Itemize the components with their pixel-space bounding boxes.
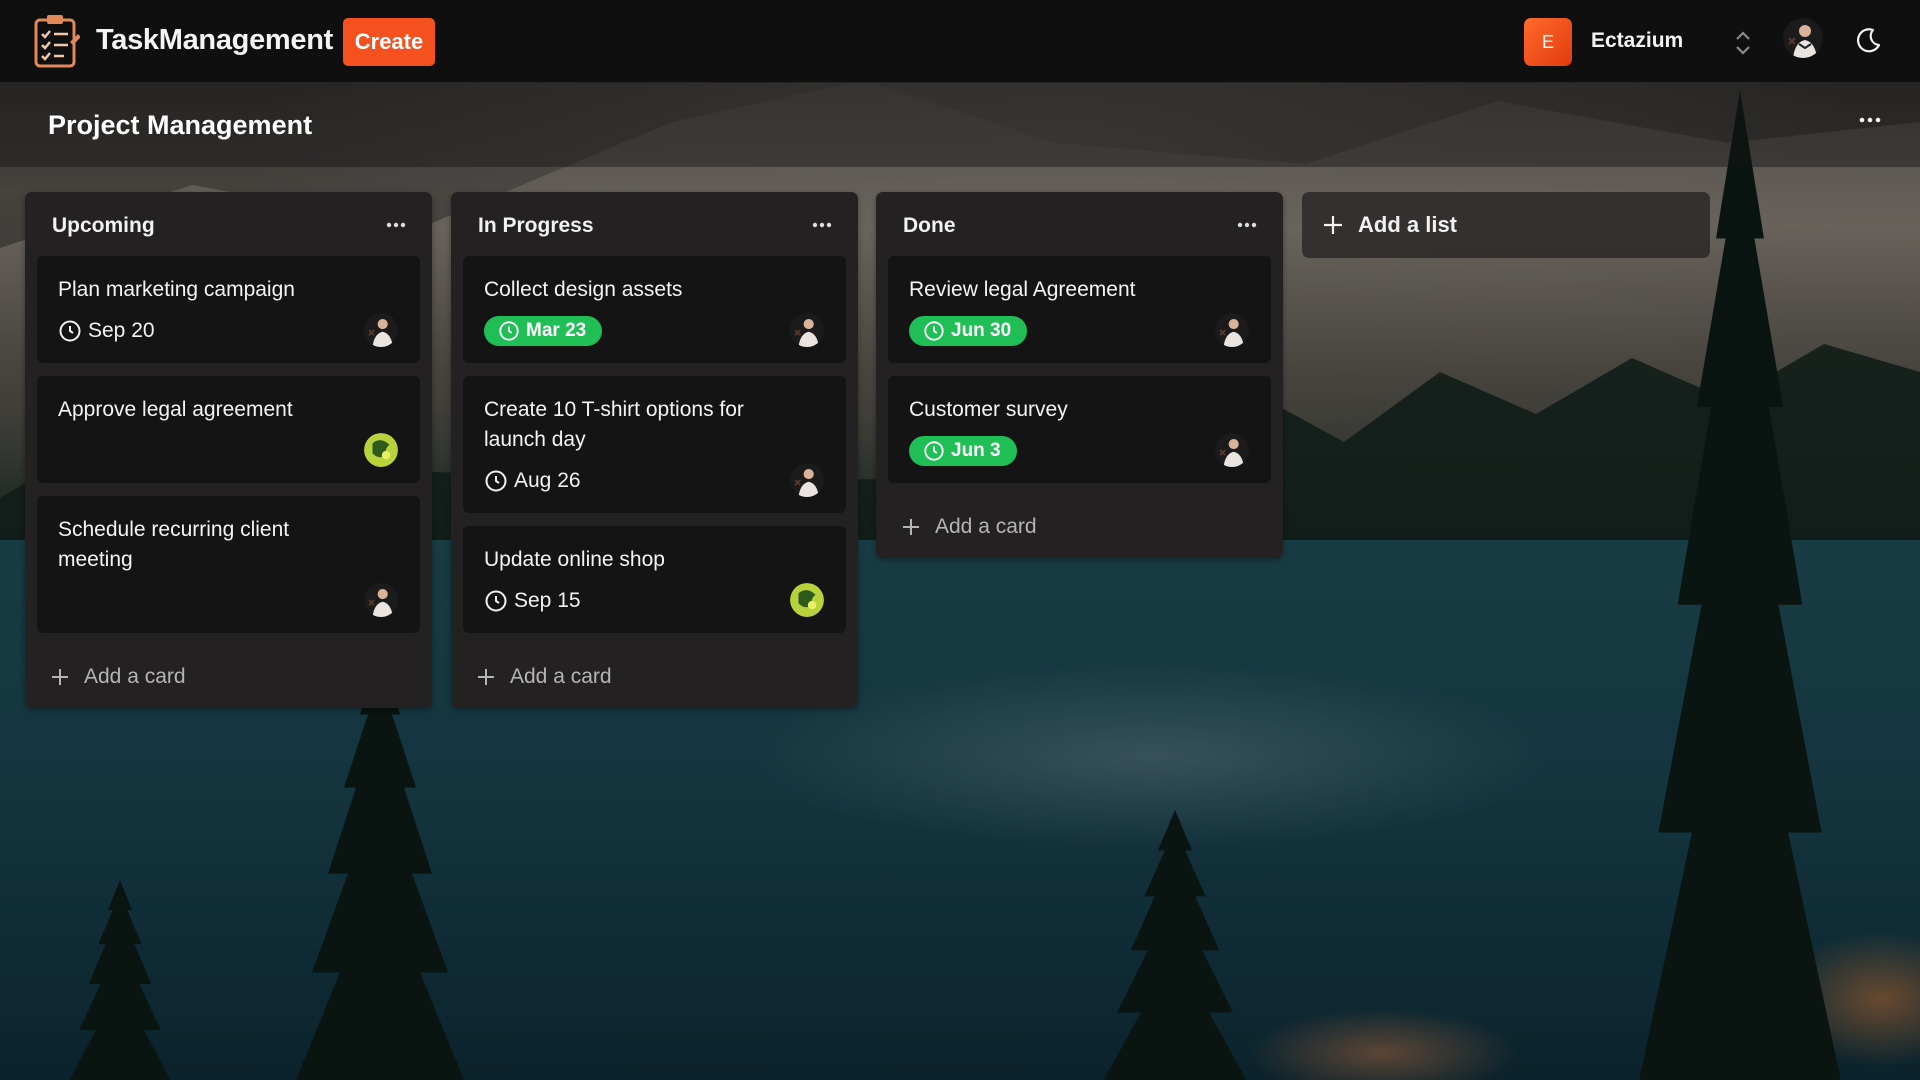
workspace-name[interactable]: Ectazium: [1591, 29, 1683, 53]
card-title: Collect design assets: [484, 278, 683, 301]
due-date-badge[interactable]: Sep 15: [484, 589, 581, 613]
assignee-avatar[interactable]: [1215, 313, 1249, 347]
list-title[interactable]: Upcoming: [52, 214, 155, 238]
card-title: Review legal Agreement: [909, 278, 1136, 301]
list-title[interactable]: In Progress: [478, 214, 594, 238]
man-avatar-icon: [790, 313, 824, 347]
workspace-badge[interactable]: E: [1524, 18, 1572, 66]
due-date-badge[interactable]: Sep 20: [58, 319, 155, 343]
plus-icon: [1324, 216, 1342, 234]
chevron-up-down-icon[interactable]: [1733, 27, 1753, 59]
due-date-text: Sep 15: [514, 589, 581, 612]
clock-icon: [59, 320, 81, 342]
moon-icon[interactable]: [1852, 26, 1882, 56]
app-brand-name[interactable]: TaskManagement: [96, 24, 333, 57]
card-title: Schedule recurring client meeting: [58, 518, 290, 571]
add-card-button[interactable]: Add a card: [25, 646, 432, 708]
task-card[interactable]: Collect design assets Mar 23: [463, 256, 846, 363]
clock-icon: [499, 321, 519, 341]
top-navigation-bar: TaskManagement Create E Ectazium: [0, 0, 1920, 83]
list-menu-ellipsis-icon[interactable]: [812, 222, 832, 228]
card-title: Update online shop: [484, 548, 665, 571]
task-card[interactable]: Schedule recurring client meeting: [37, 496, 420, 633]
list-menu-ellipsis-icon[interactable]: [1237, 222, 1257, 228]
add-card-label: Add a card: [935, 515, 1037, 538]
clock-icon: [924, 441, 944, 461]
man-avatar-icon: [1215, 313, 1249, 347]
assignee-avatar[interactable]: [364, 433, 398, 467]
list-title[interactable]: Done: [903, 214, 956, 238]
list-menu-ellipsis-icon[interactable]: [386, 222, 406, 228]
card-title: Approve legal agreement: [58, 398, 293, 421]
card-meta: Sep 20: [58, 315, 399, 347]
add-card-button[interactable]: Add a card: [451, 646, 858, 708]
green-avatar-icon: [790, 583, 824, 617]
card-list: Collect design assets Mar 23 Create 10 T…: [451, 256, 858, 633]
clipboard-checklist-icon[interactable]: [32, 12, 80, 70]
add-list-label: Add a list: [1358, 212, 1458, 237]
plus-icon: [478, 669, 494, 685]
due-date-badge-complete[interactable]: Mar 23: [484, 316, 603, 346]
man-avatar-icon: [790, 463, 824, 497]
task-card[interactable]: Create 10 T-shirt options for launch day…: [463, 376, 846, 513]
due-date-text: Aug 26: [514, 469, 581, 492]
due-date-badge-complete[interactable]: Jun 3: [909, 436, 1017, 466]
card-meta: Jun 3: [909, 435, 1250, 467]
list-upcoming: Upcoming Plan marketing campaign Sep 20 …: [25, 192, 432, 708]
user-avatar[interactable]: [1783, 18, 1823, 58]
board-title[interactable]: Project Management: [48, 110, 312, 141]
due-date-text: Jun 3: [951, 440, 1001, 461]
due-date-text: Jun 30: [951, 320, 1012, 341]
card-meta: Mar 23: [484, 315, 825, 347]
clock-icon: [485, 590, 507, 612]
assignee-avatar[interactable]: [790, 313, 824, 347]
task-card[interactable]: Customer survey Jun 3: [888, 376, 1271, 483]
task-card[interactable]: Plan marketing campaign Sep 20: [37, 256, 420, 363]
due-date-badge-complete[interactable]: Jun 30: [909, 316, 1028, 346]
clock-icon: [924, 321, 944, 341]
list-header: Done: [876, 192, 1283, 256]
card-meta: Sep 15: [484, 585, 825, 617]
card-meta: Aug 26: [484, 465, 825, 497]
task-card[interactable]: Review legal Agreement Jun 30: [888, 256, 1271, 363]
man-avatar-icon: [364, 313, 398, 347]
man-avatar-icon: [1215, 433, 1249, 467]
add-list-button[interactable]: Add a list: [1302, 192, 1710, 258]
due-date-badge[interactable]: Aug 26: [484, 469, 581, 493]
create-button[interactable]: Create: [343, 18, 435, 66]
list-header: In Progress: [451, 192, 858, 256]
card-title: Create 10 T-shirt options for launch day: [484, 398, 744, 451]
assignee-avatar[interactable]: [790, 583, 824, 617]
task-card[interactable]: Approve legal agreement: [37, 376, 420, 483]
assignee-avatar[interactable]: [790, 463, 824, 497]
add-card-label: Add a card: [510, 665, 612, 688]
man-avatar-icon: [364, 583, 398, 617]
clock-icon: [485, 470, 507, 492]
list-in-progress: In Progress Collect design assets Mar 23…: [451, 192, 858, 708]
card-meta: [58, 585, 399, 617]
task-card[interactable]: Update online shop Sep 15: [463, 526, 846, 633]
add-card-label: Add a card: [84, 665, 186, 688]
man-avatar-icon: [1783, 18, 1823, 58]
card-title: Plan marketing campaign: [58, 278, 295, 301]
list-header: Upcoming: [25, 192, 432, 256]
card-title: Customer survey: [909, 398, 1068, 421]
board-menu-ellipsis-icon[interactable]: [1858, 115, 1882, 125]
plus-icon: [52, 669, 68, 685]
due-date-text: Sep 20: [88, 319, 155, 342]
due-date-text: Mar 23: [526, 320, 587, 341]
card-list: Plan marketing campaign Sep 20 Approve l…: [25, 256, 432, 633]
card-meta: Jun 30: [909, 315, 1250, 347]
list-done: Done Review legal Agreement Jun 30 Custo…: [876, 192, 1283, 558]
card-list: Review legal Agreement Jun 30 Customer s…: [876, 256, 1283, 483]
assignee-avatar[interactable]: [1215, 433, 1249, 467]
assignee-avatar[interactable]: [364, 313, 398, 347]
add-card-button[interactable]: Add a card: [876, 496, 1283, 558]
board-header: Project Management: [0, 83, 1920, 167]
card-meta: [58, 435, 399, 467]
green-avatar-icon: [364, 433, 398, 467]
plus-icon: [903, 519, 919, 535]
assignee-avatar[interactable]: [364, 583, 398, 617]
